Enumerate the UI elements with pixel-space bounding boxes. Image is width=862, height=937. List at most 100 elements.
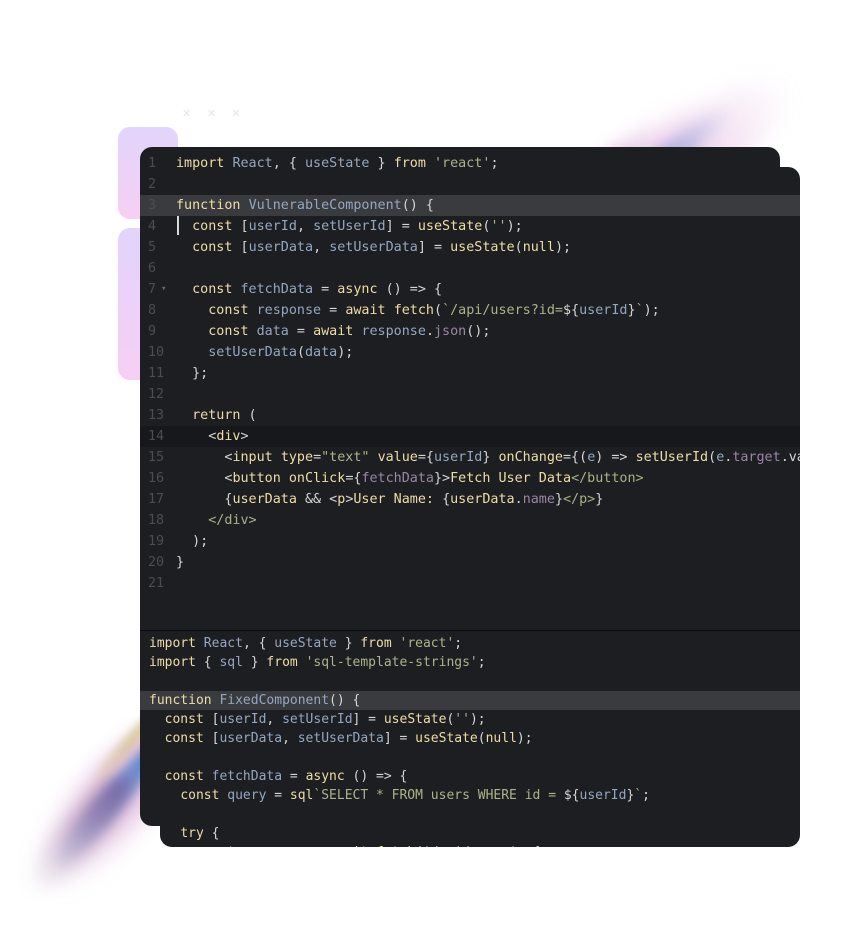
code-line[interactable]: 5 const [userData, setUserData] = useSta… [140, 237, 800, 258]
code-token: { [176, 492, 233, 507]
code-line[interactable]: 4 const [userId, setUserId] = useState('… [140, 216, 800, 237]
code-line[interactable]: 15 <input type="text" value={userId} onC… [140, 447, 800, 468]
line-number: 18 [148, 513, 165, 528]
code-line[interactable]: 10 setUserData(data); [140, 342, 800, 363]
decorative-x-marks: ✕ ✕ ✕ ✕ ✕ ✕ [182, 106, 247, 138]
code-token: setUserData [208, 345, 297, 360]
line-number: 6 [148, 261, 157, 276]
code-line[interactable]: 8 const response = await fetch(`/api/use… [140, 300, 800, 321]
code-line[interactable]: 19 ); [140, 531, 800, 552]
code-token: async [305, 769, 345, 784]
code-token: '/api/users' [423, 845, 517, 847]
x-marks-row: ✕ ✕ ✕ [182, 107, 247, 120]
code-token: useState [415, 731, 478, 746]
line-number: 17 [148, 492, 165, 507]
code-token: useState [417, 219, 483, 234]
code-line[interactable] [140, 805, 800, 824]
code-line[interactable]: 3 function VulnerableComponent() { [140, 195, 800, 216]
code-line[interactable]: 9 const data = await response.json(); [140, 321, 800, 342]
code-token: () => { [344, 769, 408, 784]
code-line[interactable]: import React, { useState } from 'react'; [140, 634, 800, 653]
code-line[interactable]: const [userId, setUserId] = useState('')… [140, 710, 800, 729]
code-token: userData [450, 492, 515, 507]
code-line[interactable] [140, 672, 800, 691]
code-line[interactable]: 11 }; [140, 363, 800, 384]
code-line[interactable]: 21 [140, 573, 800, 594]
code-text: const query = sql`SELECT * FROM users WH… [149, 786, 650, 805]
code-line[interactable]: 2 [140, 174, 800, 195]
code-line[interactable]: 1 import React, { useState } from 'react'… [140, 153, 800, 174]
code-token: fetchData [240, 282, 314, 297]
code-line[interactable] [140, 748, 800, 767]
code-token: import [149, 636, 196, 651]
code-text: function FixedComponent() { [149, 691, 360, 710]
code-line[interactable]: 12 [140, 384, 800, 405]
code-line[interactable]: 20} [140, 552, 800, 573]
code-token: , [296, 219, 314, 234]
code-token: userId [248, 219, 297, 234]
code-token: userData [219, 731, 283, 746]
line-number: 13 [148, 408, 165, 423]
code-line[interactable]: const response = await fetch('/api/users… [140, 843, 800, 847]
code-token: "text" [321, 450, 370, 465]
code-token: Fetch User Data [450, 471, 572, 486]
code-line[interactable]: 13 return ( [140, 405, 800, 426]
code-token: ` [635, 303, 644, 318]
code-token: , [313, 240, 330, 255]
line-number: 2 [148, 177, 157, 192]
code-token: VulnerableComponent [248, 198, 402, 213]
code-line[interactable]: 6 [140, 258, 800, 279]
code-token: sql [219, 655, 243, 670]
code-line[interactable]: try { [140, 824, 800, 843]
code-token: ={ [345, 471, 362, 486]
code-token: const [180, 788, 220, 803]
code-token: < [176, 450, 233, 465]
code-token: ; [477, 655, 486, 670]
code-token: ${ [563, 788, 580, 803]
code-token: = [282, 769, 306, 784]
code-token: await [313, 324, 354, 339]
code-token: = [306, 845, 329, 847]
code-token: ( [514, 240, 523, 255]
line-number: 16 [148, 471, 165, 486]
code-line[interactable]: import { sql } from 'sql-template-string… [140, 653, 800, 672]
line-number: 9 [148, 324, 157, 339]
code-text: ); [176, 531, 208, 552]
fold-chevron-icon[interactable]: ▾ [161, 279, 166, 300]
code-token: useState [450, 240, 515, 255]
code-line[interactable]: const fetchData = async () => { [140, 767, 800, 786]
code-token: } [336, 636, 361, 651]
code-line[interactable]: 18 </div> [140, 510, 800, 531]
code-token: , { [272, 156, 305, 171]
code-text: </div> [176, 510, 256, 531]
code-token: const [208, 324, 249, 339]
code-token: from [360, 636, 392, 651]
code-token: = [313, 282, 338, 297]
code-token: useState [305, 156, 370, 171]
code-line[interactable]: const query = sql`SELECT * FROM users WH… [140, 786, 800, 805]
code-token: ; [490, 156, 499, 171]
code-editor[interactable]: 1 import React, { useState } from 'react'… [140, 147, 800, 847]
code-line[interactable]: 14 <div> [140, 426, 800, 447]
code-line[interactable]: 16 <button onClick={fetchData}>Fetch Use… [140, 468, 800, 489]
code-token: ] = [417, 240, 451, 255]
code-token: ); [516, 731, 533, 746]
code-token: .value)} /> [780, 450, 800, 465]
pane-divider [140, 630, 800, 631]
code-line[interactable]: 17 {userData && <p>User Name: {userData.… [140, 489, 800, 510]
code-text: const data = await response.json(); [176, 321, 490, 342]
code-line[interactable]: 7 ▾ const fetchData = async () => { [140, 279, 800, 300]
code-line[interactable]: function FixedComponent() { [140, 691, 800, 710]
code-line[interactable]: const [userData, setUserData] = useState… [140, 729, 800, 748]
code-token: setUserId [282, 712, 353, 727]
